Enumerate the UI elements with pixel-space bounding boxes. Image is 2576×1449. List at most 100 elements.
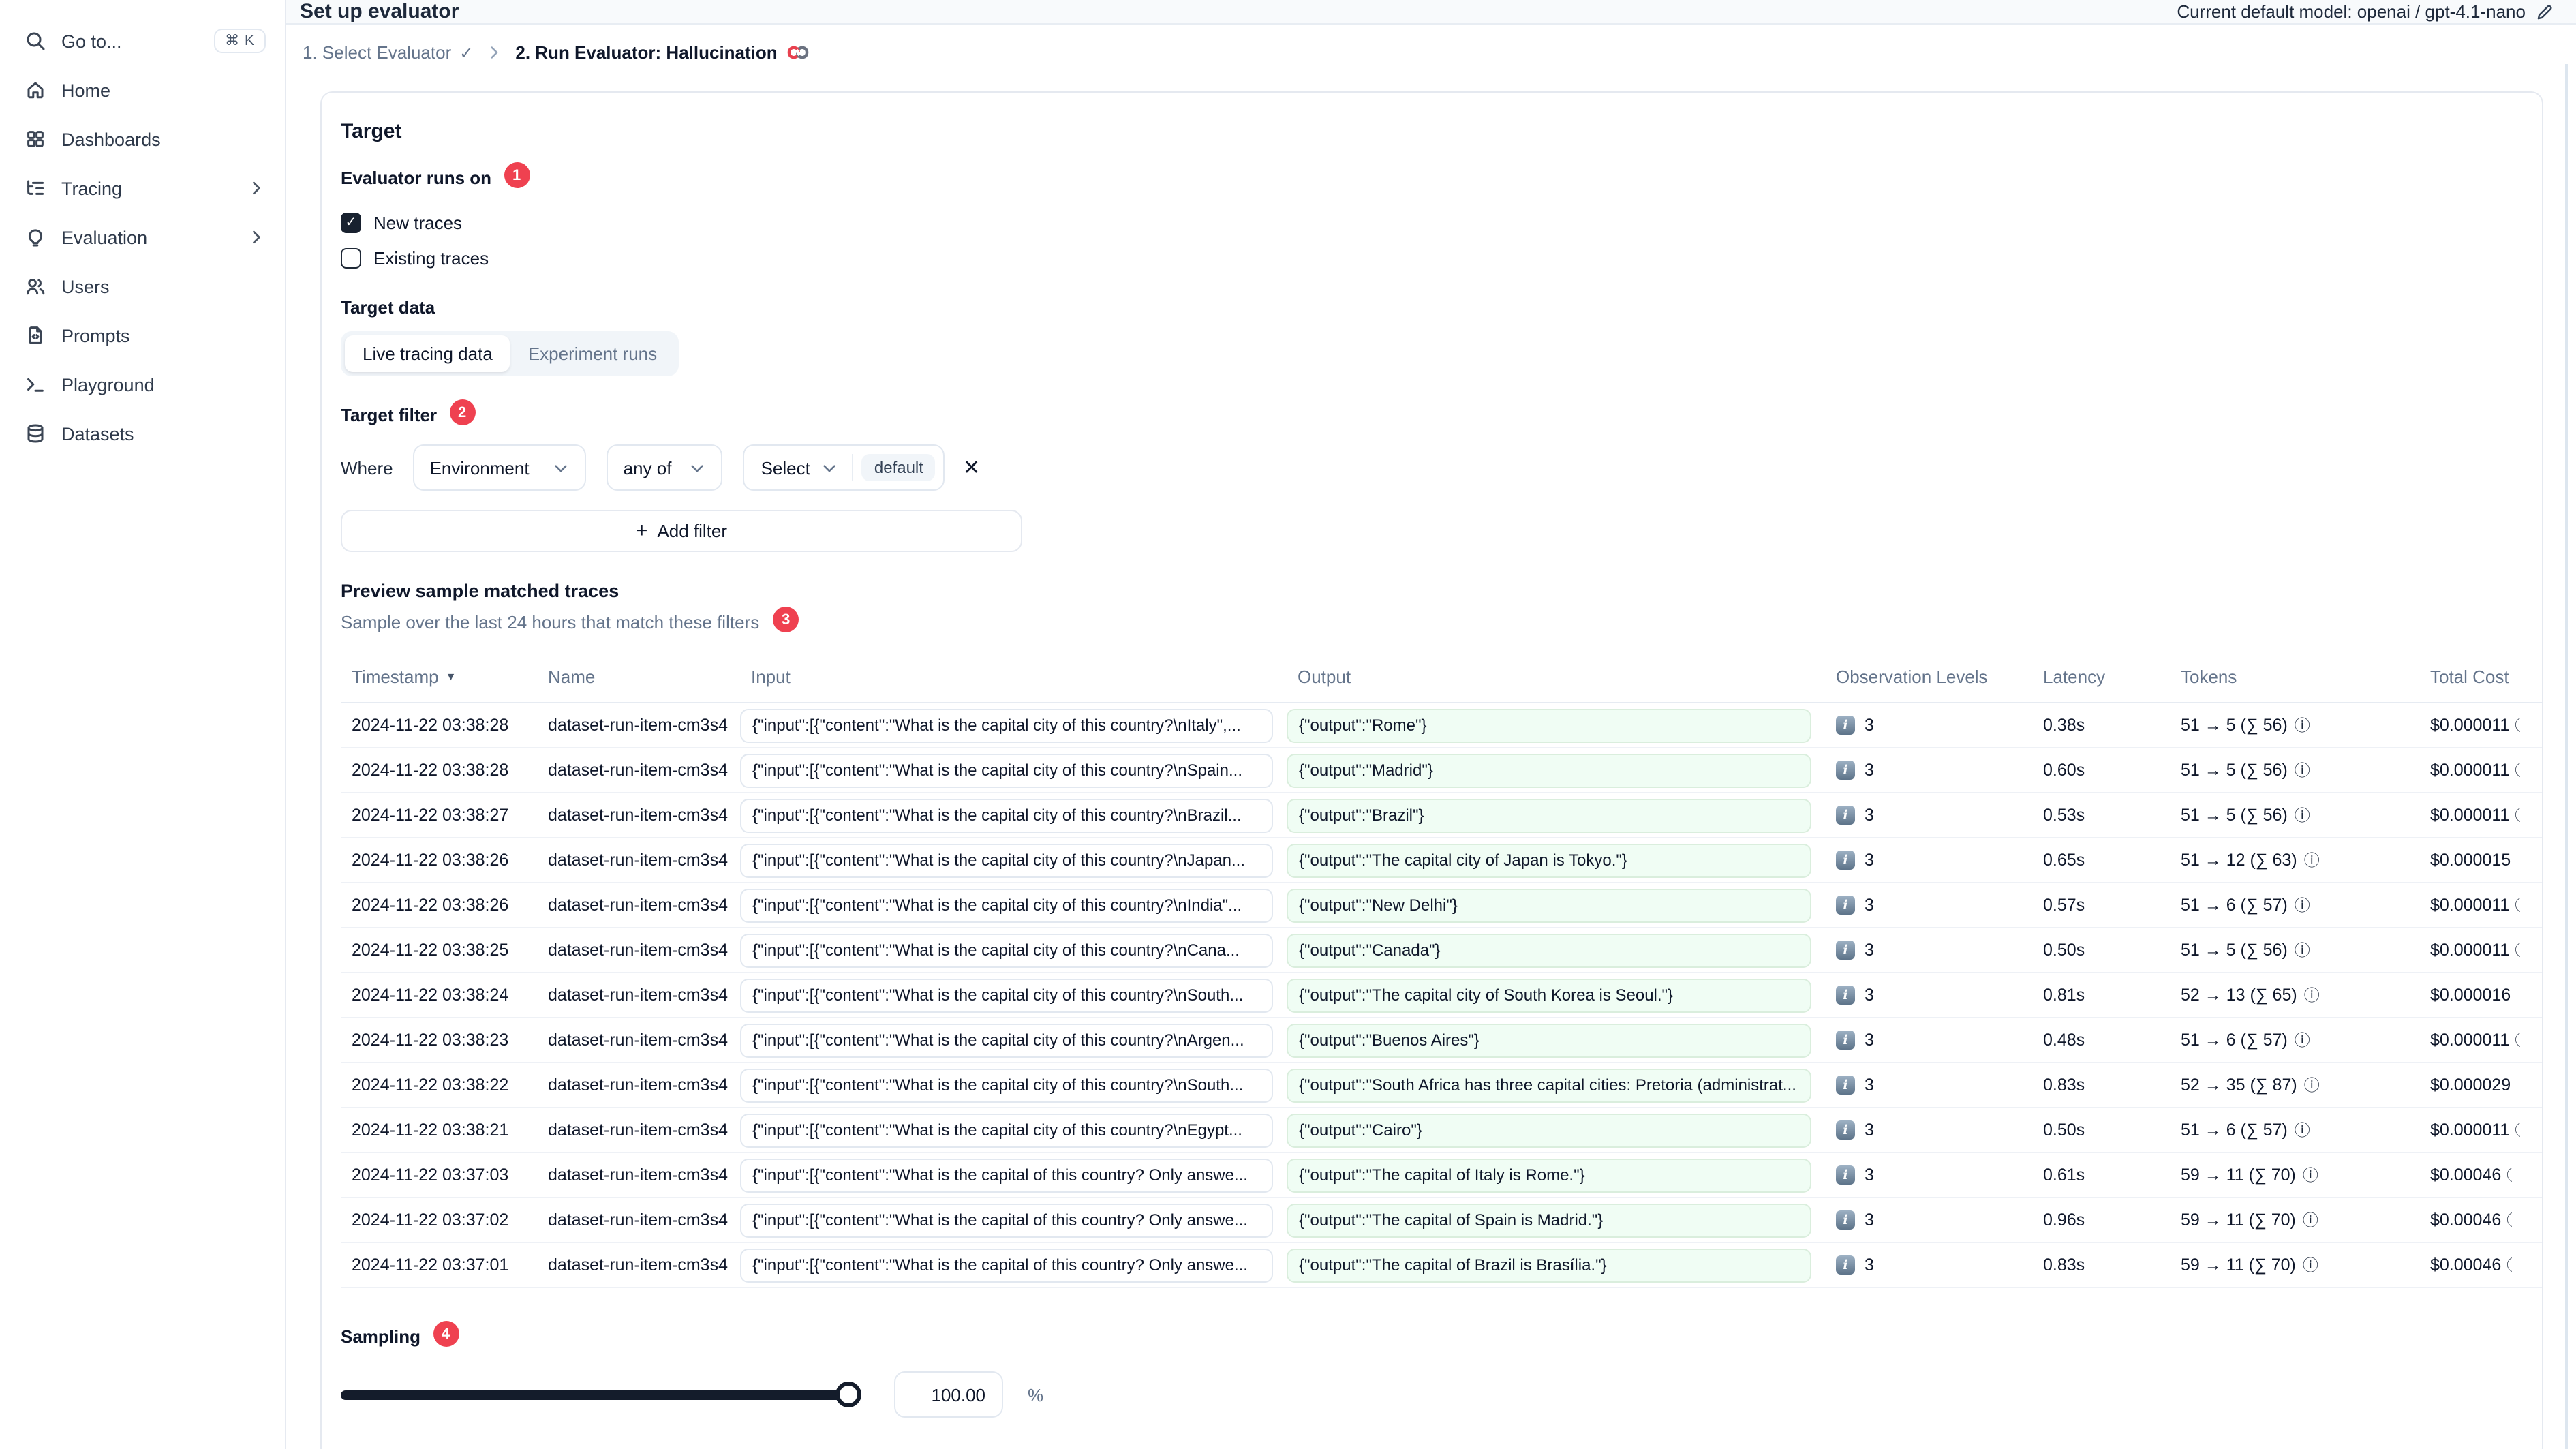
cell-tokens: 51 → 6 (∑ 57) ⓘ: [2181, 1119, 2310, 1141]
breadcrumb-step-select-evaluator[interactable]: 1. Select Evaluator ✓: [303, 42, 473, 63]
cell-output[interactable]: {"output":"Cairo"}: [1287, 1113, 1811, 1147]
cell-name: dataset-run-item-cm3s4: [548, 806, 728, 825]
cell-input[interactable]: {"input":[{"content":"What is the capita…: [740, 753, 1273, 787]
table-row[interactable]: 2024-11-22 03:38:28 dataset-run-item-cm3s…: [341, 703, 2542, 748]
cell-output[interactable]: {"output":"The capital of Italy is Rome.…: [1287, 1158, 1811, 1192]
cell-output[interactable]: {"output":"Brazil"}: [1287, 798, 1811, 832]
cell-latency: 0.57s: [2043, 896, 2085, 915]
token-info-icon[interactable]: ⓘ: [2295, 1119, 2310, 1141]
checkbox-checked-icon[interactable]: ✓: [341, 212, 361, 232]
datasets-icon: [25, 423, 46, 444]
token-info-icon[interactable]: ⓘ: [2304, 849, 2320, 871]
cell-input[interactable]: {"input":[{"content":"What is the capita…: [740, 933, 1273, 967]
cell-input[interactable]: {"input":[{"content":"What is the capita…: [740, 708, 1273, 742]
table-row[interactable]: 2024-11-22 03:38:26 dataset-run-item-cm3s…: [341, 883, 2542, 928]
sidebar-item-home[interactable]: Home: [0, 65, 285, 115]
sidebar-item-label: Prompts: [61, 325, 130, 346]
table-row[interactable]: 2024-11-22 03:38:23 dataset-run-item-cm3s…: [341, 1018, 2542, 1063]
slider-thumb[interactable]: [835, 1382, 861, 1407]
table-row[interactable]: 2024-11-22 03:38:22 dataset-run-item-cm3s…: [341, 1063, 2542, 1108]
goto-search[interactable]: Go to... ⌘ K: [0, 16, 285, 65]
filter-value-select[interactable]: Select: [745, 457, 853, 478]
table-row[interactable]: 2024-11-22 03:38:25 dataset-run-item-cm3s…: [341, 928, 2542, 973]
cell-output[interactable]: {"output":"South Africa has three capita…: [1287, 1068, 1811, 1102]
cell-input[interactable]: {"input":[{"content":"What is the capita…: [740, 1113, 1273, 1147]
cell-total-cost: $0.000011ⓘ: [2419, 1029, 2542, 1051]
cell-name: dataset-run-item-cm3s4: [548, 1165, 728, 1185]
cell-output[interactable]: {"output":"New Delhi"}: [1287, 888, 1811, 922]
sidebar-item-label: Evaluation: [61, 227, 148, 247]
cell-input[interactable]: {"input":[{"content":"What is the capita…: [740, 1158, 1273, 1192]
remove-filter-button[interactable]: ✕: [963, 457, 980, 478]
cell-output[interactable]: {"output":"Rome"}: [1287, 708, 1811, 742]
table-row[interactable]: 2024-11-22 03:38:28 dataset-run-item-cm3s…: [341, 748, 2542, 793]
sidebar-item-tracing[interactable]: Tracing: [0, 164, 285, 213]
cell-input[interactable]: {"input":[{"content":"What is the capita…: [740, 798, 1273, 832]
sidebar-item-evaluation[interactable]: Evaluation: [0, 213, 285, 262]
token-info-icon[interactable]: ⓘ: [2295, 894, 2310, 916]
cell-input[interactable]: {"input":[{"content":"What is the capita…: [740, 1203, 1273, 1237]
table-row[interactable]: 2024-11-22 03:38:27 dataset-run-item-cm3s…: [341, 793, 2542, 838]
table-row[interactable]: 2024-11-22 03:38:24 dataset-run-item-cm3s…: [341, 973, 2542, 1018]
sampling-value-input[interactable]: 100.00: [894, 1371, 1003, 1418]
token-info-icon[interactable]: ⓘ: [2304, 984, 2320, 1006]
checkbox-unchecked-icon[interactable]: [341, 247, 361, 268]
token-info-icon[interactable]: ⓘ: [2295, 714, 2310, 736]
edit-model-icon[interactable]: [2535, 2, 2554, 21]
checkbox-existing-traces[interactable]: Existing traces: [341, 240, 2523, 275]
cell-output[interactable]: {"output":"Canada"}: [1287, 933, 1811, 967]
cell-input[interactable]: {"input":[{"content":"What is the capita…: [740, 978, 1273, 1012]
sidebar-item-datasets[interactable]: Datasets: [0, 409, 285, 458]
cell-input[interactable]: {"input":[{"content":"What is the capita…: [740, 888, 1273, 922]
table-row[interactable]: 2024-11-22 03:37:01 dataset-run-item-cm3s…: [341, 1243, 2542, 1288]
tab-experiment-runs[interactable]: Experiment runs: [510, 335, 675, 372]
sampling-slider[interactable]: [341, 1381, 861, 1408]
filter-column-select[interactable]: Environment: [413, 444, 587, 491]
cell-timestamp: 2024-11-22 03:38:21: [352, 1120, 509, 1140]
page-scrollbar[interactable]: [2565, 64, 2568, 1449]
cell-latency: 0.83s: [2043, 1076, 2085, 1095]
table-row[interactable]: 2024-11-22 03:38:26 dataset-run-item-cm3s…: [341, 838, 2542, 883]
filter-operator-select[interactable]: any of: [607, 444, 723, 491]
table-row[interactable]: 2024-11-22 03:38:21 dataset-run-item-cm3s…: [341, 1108, 2542, 1153]
table-row[interactable]: 2024-11-22 03:37:03 dataset-run-item-cm3s…: [341, 1153, 2542, 1198]
cell-observation-levels: i3: [1825, 986, 2032, 1005]
info-emoji-icon: i: [1836, 1031, 1855, 1050]
cell-input[interactable]: {"input":[{"content":"What is the capita…: [740, 1248, 1273, 1282]
token-info-icon[interactable]: ⓘ: [2295, 804, 2310, 826]
cell-tokens: 52 → 13 (∑ 65) ⓘ: [2181, 984, 2320, 1006]
cell-latency: 0.96s: [2043, 1210, 2085, 1230]
cell-input[interactable]: {"input":[{"content":"What is the capita…: [740, 843, 1273, 877]
cell-output[interactable]: {"output":"The capital of Brazil is Bras…: [1287, 1248, 1811, 1282]
cell-latency: 0.83s: [2043, 1255, 2085, 1275]
info-emoji-icon: i: [1836, 761, 1855, 780]
token-info-icon[interactable]: ⓘ: [2295, 759, 2310, 781]
cell-timestamp: 2024-11-22 03:38:24: [352, 986, 509, 1005]
cell-output[interactable]: {"output":"The capital of Spain is Madri…: [1287, 1203, 1811, 1237]
checkbox-new-traces[interactable]: ✓ New traces: [341, 204, 2523, 240]
sidebar-item-playground[interactable]: Playground: [0, 360, 285, 409]
token-info-icon[interactable]: ⓘ: [2303, 1209, 2318, 1231]
column-header-timestamp[interactable]: Timestamp ▼: [341, 667, 537, 687]
cell-output[interactable]: {"output":"Madrid"}: [1287, 753, 1811, 787]
token-info-icon[interactable]: ⓘ: [2303, 1164, 2318, 1186]
cell-total-cost: $0.000029: [2430, 1076, 2511, 1095]
evaluator-setup-card: Target Evaluator runs on 1 ✓ New traces Ex…: [320, 91, 2543, 1449]
cell-input[interactable]: {"input":[{"content":"What is the capita…: [740, 1068, 1273, 1102]
token-info-icon[interactable]: ⓘ: [2295, 939, 2310, 961]
cell-input[interactable]: {"input":[{"content":"What is the capita…: [740, 1023, 1273, 1057]
sidebar-item-users[interactable]: Users: [0, 262, 285, 311]
tab-live-tracing-data[interactable]: Live tracing data: [345, 335, 510, 372]
token-info-icon[interactable]: ⓘ: [2303, 1254, 2318, 1276]
token-info-icon[interactable]: ⓘ: [2295, 1029, 2310, 1051]
add-filter-button[interactable]: + Add filter: [341, 510, 1022, 552]
cell-output[interactable]: {"output":"The capital city of South Kor…: [1287, 978, 1811, 1012]
sidebar-item-prompts[interactable]: Prompts: [0, 311, 285, 360]
token-info-icon[interactable]: ⓘ: [2304, 1074, 2320, 1096]
info-emoji-icon: i: [1836, 1210, 1855, 1230]
sidebar-item-dashboards[interactable]: Dashboards: [0, 115, 285, 164]
cell-output[interactable]: {"output":"The capital city of Japan is …: [1287, 843, 1811, 877]
cell-output[interactable]: {"output":"Buenos Aires"}: [1287, 1023, 1811, 1057]
checkbox-label: Existing traces: [373, 247, 489, 268]
table-row[interactable]: 2024-11-22 03:37:02 dataset-run-item-cm3s…: [341, 1198, 2542, 1243]
